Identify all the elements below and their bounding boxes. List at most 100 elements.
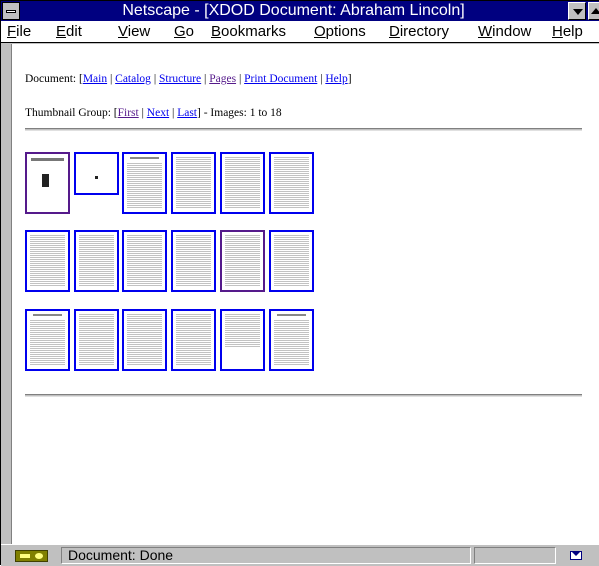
menu-directory-mnemonic: D [389,23,400,40]
page-thumbnail-9[interactable] [122,230,167,292]
menu-edit-mnemonic: E [56,23,67,40]
menu-help-label: elp [562,23,583,40]
menu-go-label: o [185,23,195,40]
page-heading-mark [277,314,306,316]
document-content: Document: [Main | Catalog | Structure | … [11,44,599,544]
link-print-document[interactable]: Print Document [244,73,317,85]
page-thumbnail-3[interactable] [122,152,167,214]
page-thumbnail-8[interactable] [74,230,119,292]
page-thumbnail-17[interactable] [220,309,265,371]
menu-options-label: ptions [325,23,366,40]
page-text-lines [79,314,114,366]
page-text-lines [274,320,309,366]
menu-window-label: indow [492,23,532,40]
link-catalog[interactable]: Catalog [115,73,151,85]
page-text-lines [127,314,162,366]
page-text-lines [225,157,260,209]
menu-file[interactable]: File [7,22,31,42]
menu-bookmarks-mnemonic: B [211,23,222,40]
page-text-lines [176,157,211,209]
page-text-lines [127,235,162,287]
page-text-lines [30,235,65,287]
page-text-lines [176,235,211,287]
status-bar: Document: Done [1,544,599,566]
menu-go[interactable]: Go [174,22,194,42]
link-last[interactable]: Last [177,107,197,119]
browser-window: Netscape - [XDOD Document: Abraham Linco… [0,0,599,566]
menu-go-mnemonic: G [174,23,186,40]
minimize-button[interactable] [568,2,586,20]
document-nav-suffix: ] [347,73,352,85]
menu-view-mnemonic: V [118,23,128,40]
minimize-arrow-icon [573,9,583,15]
window-title: Netscape - [XDOD Document: Abraham Linco… [122,2,465,19]
menu-help-mnemonic: H [552,23,563,40]
menu-help[interactable]: Help [552,22,583,42]
page-thumbnail-15[interactable] [122,309,167,371]
page-thumbnail-5[interactable] [220,152,265,214]
page-thumbnail-2[interactable] [74,152,119,195]
page-thumbnail-16[interactable] [171,309,216,371]
page-heading-mark [130,157,159,159]
separator: | [150,73,159,85]
page-text-lines [176,314,211,366]
progress-indicator [474,547,556,564]
page-text-lines [79,235,114,287]
page-thumbnail-12[interactable] [269,230,314,292]
link-next[interactable]: Next [147,107,169,119]
menu-bookmarks[interactable]: Bookmarks [211,22,286,42]
security-key-icon[interactable] [15,550,48,562]
page-thumbnail-1[interactable] [25,152,70,214]
menu-window[interactable]: Window [478,22,531,42]
link-help[interactable]: Help [325,73,347,85]
page-mark [95,176,98,179]
menu-directory[interactable]: Directory [389,22,449,42]
link-main[interactable]: Main [83,73,107,85]
title-bar[interactable]: Netscape - [XDOD Document: Abraham Linco… [1,1,599,21]
maximize-button[interactable] [588,2,599,20]
menu-options-mnemonic: O [314,23,326,40]
page-text-lines [274,235,309,287]
menu-edit[interactable]: Edit [56,22,82,42]
page-thumbnail-6[interactable] [269,152,314,214]
page-heading-mark [33,314,62,316]
document-nav: Document: [Main | Catalog | Structure | … [25,73,352,85]
page-thumbnail-11[interactable] [220,230,265,292]
menu-window-mnemonic: W [478,23,493,40]
system-menu-button[interactable] [2,2,20,20]
page-text-lines [127,163,162,209]
menu-directory-label: irectory [399,23,450,40]
link-pages[interactable]: Pages [209,73,236,85]
maximize-arrow-icon [591,8,599,14]
separator: | [107,73,116,85]
separator: | [138,107,147,119]
thumbnail-nav-prefix: Thumbnail Group: [ [25,107,118,119]
page-thumbnail-4[interactable] [171,152,216,214]
separator: | [236,73,245,85]
menu-file-label: ile [16,23,32,40]
menu-view[interactable]: View [118,22,150,42]
portrait-image [42,174,49,187]
menu-bookmarks-label: ookmarks [221,23,287,40]
page-thumbnail-10[interactable] [171,230,216,292]
menu-options[interactable]: Options [314,22,366,42]
menu-view-label: iew [127,23,151,40]
page-text-lines [274,157,309,209]
horizontal-rule-top [25,128,582,131]
menu-edit-label: dit [66,23,82,40]
page-thumbnail-18[interactable] [269,309,314,371]
page-text-lines [30,320,65,366]
mail-icon[interactable] [570,551,582,560]
cover-title-mark [31,158,64,161]
status-text: Document: Done [61,547,471,564]
page-thumbnail-7[interactable] [25,230,70,292]
horizontal-rule-bottom [25,394,582,397]
link-structure[interactable]: Structure [159,73,201,85]
thumbnail-nav: Thumbnail Group: [First | Next | Last] -… [25,107,282,119]
menu-bar: File Edit View Go Bookmarks Options Dire… [1,21,599,43]
page-thumbnail-13[interactable] [25,309,70,371]
link-first[interactable]: First [118,107,139,119]
page-thumbnail-14[interactable] [74,309,119,371]
document-nav-prefix: Document: [ [25,73,83,85]
page-text-lines [225,235,260,287]
